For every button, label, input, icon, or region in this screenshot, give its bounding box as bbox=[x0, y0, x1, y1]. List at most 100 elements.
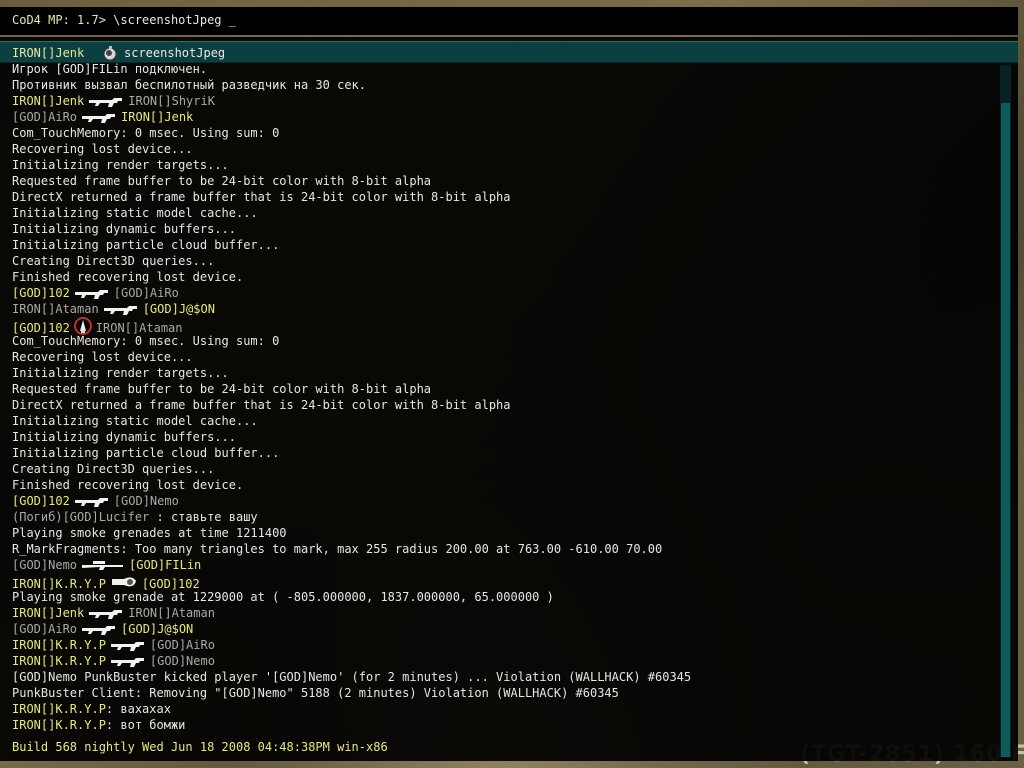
log-line: Противник вызвал беспилотный разведчик н… bbox=[12, 77, 992, 93]
log-line: Initializing dynamic buffers... bbox=[12, 429, 992, 445]
log-text: Игрок [GOD]FILin подключен. bbox=[12, 62, 208, 76]
grenade-icon bbox=[102, 45, 118, 61]
log-text: Initializing render targets... bbox=[12, 158, 229, 172]
log-line: Creating Direct3D queries... bbox=[12, 253, 992, 269]
log-line: Initializing dynamic buffers... bbox=[12, 221, 992, 237]
victim-name: [GOD]J@$ON bbox=[142, 302, 215, 316]
log-line: Com_TouchMemory: 0 msec. Using sum: 0 bbox=[12, 333, 992, 349]
header-command: screenshotJpeg bbox=[124, 46, 226, 60]
victim-name: [GOD]AiRo bbox=[113, 286, 179, 300]
log-text: : вот бомжи bbox=[105, 718, 186, 732]
console-output-panel: IRON[]Jenk screenshotJpeg Игрок [GOD]FIL… bbox=[0, 37, 1018, 761]
killer-name: IRON[]K.R.Y.P bbox=[12, 638, 106, 652]
log-line: Requested frame buffer to be 24-bit colo… bbox=[12, 173, 992, 189]
log-text: IRON[]K.R.Y.P bbox=[12, 702, 106, 716]
log-line: Finished recovering lost device. bbox=[12, 477, 992, 493]
console-log: Игрок [GOD]FILin подключен. Противник выз… bbox=[12, 61, 992, 733]
console-prompt: CoD4 MP: 1.7> bbox=[12, 13, 106, 27]
log-text: Playing smoke grenade at 1229000 at ( -8… bbox=[12, 590, 554, 604]
killfeed-line: IRON[]K.R.Y.P [GOD]AiRo bbox=[12, 637, 992, 653]
log-text: PunkBuster Client: Removing "[GOD]Nemo" … bbox=[12, 686, 619, 700]
console-header-row: IRON[]Jenk screenshotJpeg bbox=[0, 41, 1018, 63]
log-line: DirectX returned a frame buffer that is … bbox=[12, 397, 992, 413]
log-line: IRON[]K.R.Y.P: вахахах bbox=[12, 701, 992, 717]
log-text: Creating Direct3D queries... bbox=[12, 462, 215, 476]
log-text: Противник вызвал беспилотный разведчик н… bbox=[12, 78, 367, 92]
log-text: IRON[]K.R.Y.P bbox=[12, 718, 106, 732]
log-line: Finished recovering lost device. bbox=[12, 269, 992, 285]
killfeed-line: [GOD]Nemo [GOD]FILin bbox=[12, 557, 992, 573]
log-text: Recovering lost device... bbox=[12, 350, 193, 364]
log-line: [GOD]Nemo PunkBuster kicked player '[GOD… bbox=[12, 669, 992, 685]
killfeed-line: [GOD]AiRo IRON[]Jenk bbox=[12, 109, 992, 125]
victim-name: IRON[]ShyriK bbox=[128, 94, 215, 108]
log-line: Initializing particle cloud buffer... bbox=[12, 237, 992, 253]
header-player-name: IRON[]Jenk bbox=[12, 46, 85, 60]
log-text: Requested frame buffer to be 24-bit colo… bbox=[12, 174, 432, 188]
victim-name: [GOD]J@$ON bbox=[121, 622, 194, 636]
log-line: Initializing static model cache... bbox=[12, 413, 992, 429]
killer-name: [GOD]AiRo bbox=[12, 622, 78, 636]
victim-name: [GOD]AiRo bbox=[149, 638, 215, 652]
victim-name: IRON[]Jenk bbox=[121, 110, 194, 124]
log-text: (Погиб)[GOD]Lucifer bbox=[12, 510, 150, 524]
killfeed-line: IRON[]Ataman [GOD]J@$ON bbox=[12, 301, 992, 317]
killer-name: [GOD]Nemo bbox=[12, 558, 78, 572]
victim-name: [GOD]Nemo bbox=[149, 654, 215, 668]
log-text: : ставьте вашу bbox=[149, 510, 258, 524]
log-text: Initializing particle cloud buffer... bbox=[12, 446, 280, 460]
log-text: Playing smoke grenades at time 1211400 bbox=[12, 526, 287, 540]
log-text: Initializing particle cloud buffer... bbox=[12, 238, 280, 252]
killfeed-line: IRON[]Jenk IRON[]Ataman bbox=[12, 605, 992, 621]
log-line: IRON[]K.R.Y.P: вот бомжи bbox=[12, 717, 992, 733]
log-text: Finished recovering lost device. bbox=[12, 270, 244, 284]
killfeed-line: [GOD]102 IRON[]Ataman bbox=[12, 317, 992, 335]
log-text: Initializing dynamic buffers... bbox=[12, 430, 236, 444]
killfeed-line: [GOD]102 [GOD]AiRo bbox=[12, 285, 992, 301]
console-command: \screenshotJpeg bbox=[105, 13, 222, 27]
log-text: Finished recovering lost device. bbox=[12, 478, 244, 492]
log-text: Requested frame buffer to be 24-bit colo… bbox=[12, 382, 432, 396]
log-line: (Погиб)[GOD]Lucifer : ставьте вашу bbox=[12, 509, 992, 525]
log-line: Playing smoke grenades at time 1211400 bbox=[12, 525, 992, 541]
killfeed-line: [GOD]AiRo [GOD]J@$ON bbox=[12, 621, 992, 637]
killer-name: [GOD]102 bbox=[12, 286, 70, 300]
log-text: Initializing static model cache... bbox=[12, 414, 258, 428]
log-text: : вахахах bbox=[105, 702, 171, 716]
log-text: Com_TouchMemory: 0 msec. Using sum: 0 bbox=[12, 334, 280, 348]
log-text: Creating Direct3D queries... bbox=[12, 254, 215, 268]
killer-name: IRON[]Jenk bbox=[12, 606, 85, 620]
console-input[interactable]: CoD4 MP: 1.7> \screenshotJpeg _ bbox=[0, 7, 1018, 35]
scrollbar-thumb[interactable] bbox=[1001, 103, 1010, 757]
log-line: Creating Direct3D queries... bbox=[12, 461, 992, 477]
log-line: Initializing particle cloud buffer... bbox=[12, 445, 992, 461]
log-line: R_MarkFragments: Too many triangles to m… bbox=[12, 541, 992, 557]
log-line: Initializing render targets... bbox=[12, 365, 992, 381]
log-line: Playing smoke grenade at 1229000 at ( -8… bbox=[12, 589, 992, 605]
victim-name: [GOD]FILin bbox=[129, 558, 202, 572]
log-line: Requested frame buffer to be 24-bit colo… bbox=[12, 381, 992, 397]
log-line: PunkBuster Client: Removing "[GOD]Nemo" … bbox=[12, 685, 992, 701]
log-line: DirectX returned a frame buffer that is … bbox=[12, 189, 992, 205]
killer-name: IRON[]Ataman bbox=[12, 302, 99, 316]
victim-name: IRON[]Ataman bbox=[128, 606, 215, 620]
log-text: R_MarkFragments: Too many triangles to m… bbox=[12, 542, 663, 556]
log-text: Initializing dynamic buffers... bbox=[12, 222, 236, 236]
log-line: Initializing render targets... bbox=[12, 157, 992, 173]
log-text: DirectX returned a frame buffer that is … bbox=[12, 190, 511, 204]
log-text: DirectX returned a frame buffer that is … bbox=[12, 398, 511, 412]
killfeed-line: [GOD]102 [GOD]Nemo bbox=[12, 493, 992, 509]
killfeed-line: IRON[]Jenk IRON[]ShyriK bbox=[12, 93, 992, 109]
killer-name: IRON[]K.R.Y.P bbox=[12, 654, 106, 668]
log-line: Игрок [GOD]FILin подключен. bbox=[12, 61, 992, 77]
log-text: [GOD]Nemo PunkBuster kicked player '[GOD… bbox=[12, 670, 692, 684]
log-text: Initializing render targets... bbox=[12, 366, 229, 380]
log-line: Com_TouchMemory: 0 msec. Using sum: 0 bbox=[12, 125, 992, 141]
log-text: Initializing static model cache... bbox=[12, 206, 258, 220]
console-scrollbar[interactable] bbox=[1000, 65, 1011, 757]
log-line: Recovering lost device... bbox=[12, 349, 992, 365]
build-info: Build 568 nightly Wed Jun 18 2008 04:48:… bbox=[12, 740, 388, 754]
killfeed-line: IRON[]K.R.Y.P [GOD]Nemo bbox=[12, 653, 992, 669]
console-cursor: _ bbox=[221, 13, 236, 27]
log-line: Recovering lost device... bbox=[12, 141, 992, 157]
